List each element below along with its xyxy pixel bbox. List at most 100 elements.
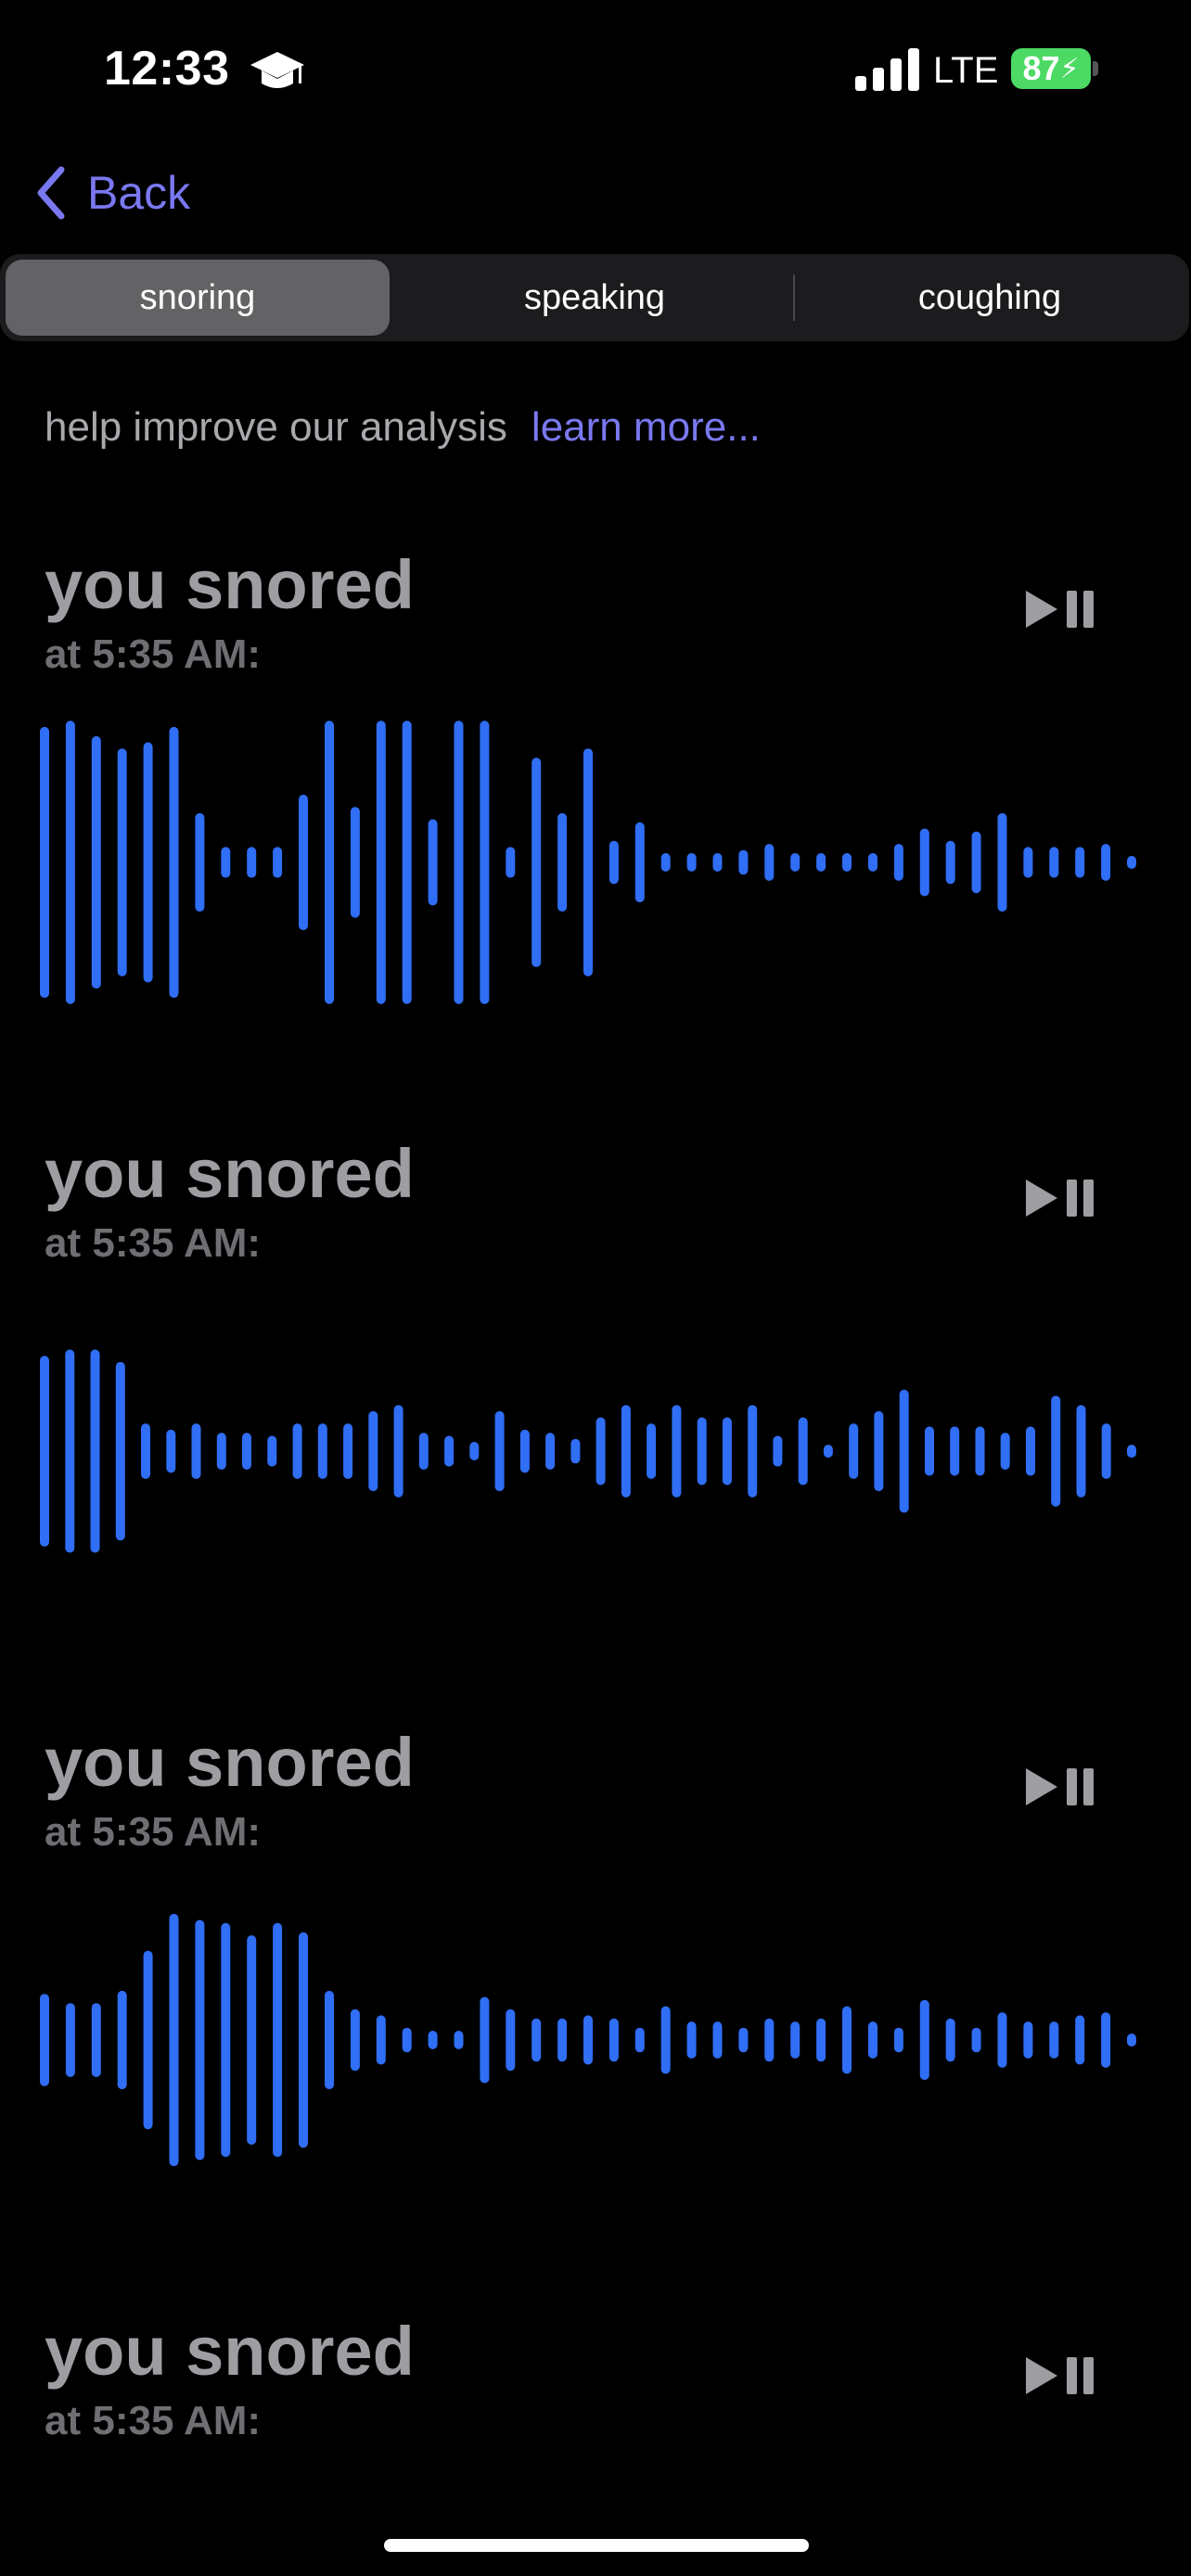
waveform-bar — [893, 2027, 903, 2053]
waveform-bar — [221, 1922, 231, 2158]
waveform-bar — [221, 847, 231, 878]
waveform-bar — [790, 853, 800, 872]
audio-waveform[interactable] — [0, 1140, 1191, 1696]
waveform-bar — [506, 847, 516, 878]
waveform-bar — [874, 1410, 884, 1492]
waveform-bar — [672, 1405, 682, 1498]
waveform-bar — [393, 1405, 403, 1498]
waveform-bar — [975, 1426, 985, 1476]
waveform-bar — [350, 2009, 360, 2072]
waveform-bar — [428, 2031, 438, 2049]
waveform-bar — [195, 1919, 205, 2161]
waveform-bar — [608, 840, 619, 885]
back-label: Back — [87, 167, 191, 219]
waveform-bar — [1026, 1426, 1035, 1476]
waveform-bar — [842, 2006, 852, 2074]
waveform-bar — [91, 2003, 101, 2077]
waveform-bar — [773, 1435, 783, 1467]
waveform-bar — [545, 1433, 556, 1470]
recording-card: you snored at 5:35 AM: — [0, 1728, 1191, 2285]
waveform-bar — [557, 2018, 568, 2062]
waveform-bar — [299, 795, 308, 931]
waveform-bar — [117, 748, 127, 976]
waveform-bar — [195, 812, 205, 912]
waveform-bar — [621, 1405, 631, 1498]
status-bar: 12:33 LTE 87 ⚡ — [0, 0, 1191, 139]
waveform-bar — [480, 721, 490, 1004]
waveform-bar — [1101, 1423, 1111, 1479]
waveform-bar — [712, 853, 723, 872]
waveform-bar — [247, 847, 257, 878]
waveform-bar — [816, 853, 826, 872]
waveform-bar — [997, 812, 1007, 912]
waveform-bar — [350, 807, 360, 918]
waveform-bar — [596, 1417, 606, 1486]
waveform-bar — [376, 2015, 386, 2065]
waveform-bar — [570, 1438, 581, 1464]
waveform-bar — [317, 1423, 327, 1479]
back-button[interactable]: Back — [35, 158, 190, 228]
waveform-bar — [583, 748, 593, 976]
waveform-bar — [738, 2027, 749, 2053]
waveform-bar — [945, 2018, 955, 2062]
waveform-bar — [764, 844, 775, 881]
waveform-bar — [697, 1417, 707, 1486]
waveform-bar — [1023, 2021, 1033, 2059]
waveform-bar — [868, 853, 877, 872]
waveform-bar — [402, 721, 412, 1004]
waveform-bar — [1051, 1396, 1061, 1507]
cellular-signal-icon — [855, 48, 919, 91]
waveform-bar — [738, 849, 749, 875]
recording-time: at 5:35 AM: — [45, 2398, 262, 2443]
waveform-bar — [65, 721, 75, 1004]
waveform-bar — [722, 1417, 732, 1486]
battery-level: 87 — [1022, 49, 1060, 87]
play-pause-icon[interactable] — [1026, 2354, 1098, 2397]
waveform-bar — [660, 2006, 671, 2074]
audio-waveform[interactable] — [0, 551, 1191, 1107]
audio-waveform[interactable] — [0, 1728, 1191, 2285]
waveform-bar — [1076, 1405, 1086, 1498]
waveform-bar — [418, 1433, 429, 1470]
waveform-bar — [997, 2012, 1007, 2068]
waveform-bar — [868, 2021, 877, 2059]
learn-more-link[interactable]: learn more... — [531, 404, 761, 451]
category-segmented-control: snoring speaking coughing — [0, 254, 1189, 341]
waveform-bar — [494, 1410, 505, 1492]
waveform-bar — [557, 812, 568, 912]
recording-card: you snored at 5:35 AM: — [0, 2317, 1191, 2447]
waveform-bar — [166, 1429, 176, 1473]
waveform-bar — [216, 1433, 226, 1470]
recording-title: you snored — [45, 2313, 415, 2390]
waveform-bar — [748, 1405, 758, 1498]
waveform-bar — [899, 1389, 909, 1513]
tab-coughing[interactable]: coughing — [796, 260, 1184, 336]
waveform-bar — [893, 844, 903, 881]
tab-snoring[interactable]: snoring — [6, 260, 390, 336]
waveform-bar — [919, 1999, 929, 2081]
waveform-bar — [506, 2009, 516, 2072]
waveform-bar — [660, 853, 671, 872]
waveform-bar — [169, 726, 179, 999]
waveform-bar — [247, 1935, 257, 2145]
waveform-bar — [712, 2021, 723, 2059]
waveform-bar — [376, 721, 386, 1004]
tab-speaking[interactable]: speaking — [397, 260, 792, 336]
waveform-bar — [65, 2003, 75, 2077]
waveform-bar — [343, 1423, 353, 1479]
waveform-bar — [925, 1426, 934, 1476]
waveform-bar — [292, 1423, 302, 1479]
waveform-bar — [842, 853, 852, 872]
waveform-bar — [444, 1435, 455, 1467]
recording-card: you snored at 5:35 AM: — [0, 1140, 1191, 1696]
waveform-bar — [1127, 856, 1136, 869]
waveform-bar — [686, 2021, 697, 2059]
waveform-bar — [950, 1426, 960, 1476]
help-row: help improve our analysis learn more... — [45, 404, 761, 451]
status-time: 12:33 — [104, 42, 230, 96]
graduation-cap-icon — [250, 52, 304, 88]
help-text: help improve our analysis — [45, 404, 507, 450]
waveform-bar — [143, 742, 153, 983]
waveform-bar — [634, 822, 645, 903]
waveform-bar — [191, 1423, 201, 1479]
